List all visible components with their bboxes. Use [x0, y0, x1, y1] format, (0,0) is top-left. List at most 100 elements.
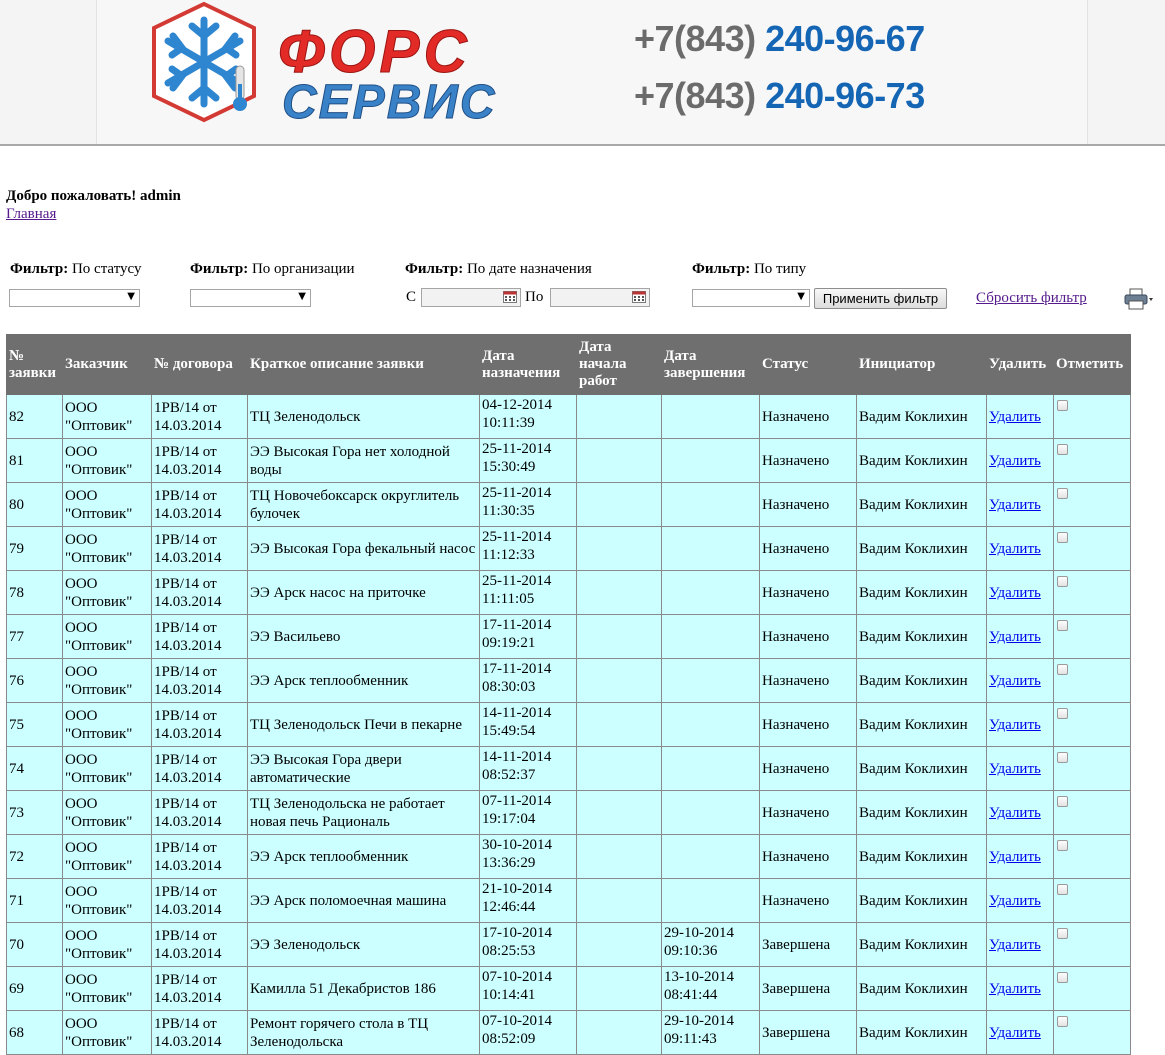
- end-date: [661, 834, 760, 879]
- mark-checkbox[interactable]: [1057, 1016, 1068, 1027]
- delete-link[interactable]: Удалить: [989, 717, 1041, 733]
- assigned-date: 25-11-2014 11:30:35: [479, 482, 577, 527]
- delete-link[interactable]: Удалить: [989, 805, 1041, 821]
- delete-cell: Удалить: [986, 966, 1054, 1011]
- logo-wordmark: ФОРС СЕРВИС: [278, 18, 497, 129]
- initiator: Вадим Коклихин: [856, 658, 987, 703]
- request-description: ЭЭ Высокая Гора двери автоматические: [247, 746, 480, 791]
- status-filter-label-text: По статусу: [68, 261, 142, 277]
- start-date: [576, 526, 662, 571]
- delete-link[interactable]: Удалить: [989, 497, 1041, 513]
- request-description: ЭЭ Высокая Гора фекальный насос: [247, 526, 480, 571]
- mark-checkbox[interactable]: [1057, 840, 1068, 851]
- customer: ООО "Оптовик": [62, 394, 152, 439]
- assigned-date-day: 21-10-2014: [482, 881, 552, 897]
- request-description: ЭЭ Арск теплообменник: [247, 658, 480, 703]
- mark-checkbox[interactable]: [1057, 708, 1068, 719]
- delete-link[interactable]: Удалить: [989, 761, 1041, 777]
- dropdown-arrow-icon: ▼: [298, 291, 306, 302]
- type-filter-select[interactable]: ▼: [692, 289, 810, 307]
- delete-link[interactable]: Удалить: [989, 1025, 1041, 1041]
- end-date-day: 29-10-2014: [664, 925, 734, 941]
- assigned-date-time: 10:11:39: [482, 415, 535, 431]
- status: Назначено: [759, 746, 857, 791]
- mark-checkbox[interactable]: [1057, 928, 1068, 939]
- table-row: 75 ООО "Оптовик" 1РВ/14 от 14.03.2014 ТЦ Зе…: [6, 702, 1131, 747]
- header-banner: ФОРС СЕРВИС +7(843) 240-96-67 +7(843) 24…: [0, 0, 1165, 146]
- svg-text:СЕРВИС: СЕРВИС: [282, 76, 497, 128]
- calendar-icon[interactable]: [503, 291, 517, 303]
- delete-cell: Удалить: [986, 526, 1054, 571]
- organization-filter-label-bold: Фильтр:: [190, 261, 249, 277]
- customer: ООО "Оптовик": [62, 570, 152, 615]
- assigned-date-day: 07-10-2014: [482, 969, 552, 985]
- delete-link[interactable]: Удалить: [989, 453, 1041, 469]
- contract-number: 1РВ/14 от 14.03.2014: [151, 746, 248, 791]
- assigned-date: 14-11-2014 08:52:37: [479, 746, 577, 791]
- delete-link[interactable]: Удалить: [989, 981, 1041, 997]
- mark-checkbox[interactable]: [1057, 488, 1068, 499]
- delete-link[interactable]: Удалить: [989, 409, 1041, 425]
- initiator: Вадим Коклихин: [856, 966, 987, 1011]
- reset-filter-link[interactable]: Сбросить фильтр: [976, 290, 1087, 307]
- end-date: [661, 438, 760, 483]
- mark-cell: [1053, 702, 1131, 747]
- phone-1-number: 240-96-67: [765, 18, 925, 59]
- date-filter-label: Фильтр: По дате назначения: [405, 261, 592, 278]
- end-date: 13-10-2014 08:41:44: [661, 966, 760, 1011]
- mark-checkbox[interactable]: [1057, 796, 1068, 807]
- mark-checkbox[interactable]: [1057, 972, 1068, 983]
- table-row: 68 ООО "Оптовик" 1РВ/14 от 14.03.2014 Ремон…: [6, 1010, 1131, 1055]
- mark-checkbox[interactable]: [1057, 664, 1068, 675]
- organization-filter-select[interactable]: ▼: [190, 289, 311, 307]
- printer-icon[interactable]: [1124, 288, 1154, 310]
- end-date: [661, 526, 760, 571]
- phone-number-1[interactable]: +7(843) 240-96-67: [634, 18, 925, 60]
- request-description: ЭЭ Арск поломоечная машина: [247, 878, 480, 923]
- date-from-input[interactable]: [421, 288, 521, 307]
- request-number: 72: [6, 834, 63, 879]
- home-link[interactable]: Главная: [6, 206, 56, 223]
- status: Назначено: [759, 614, 857, 659]
- mark-checkbox[interactable]: [1057, 444, 1068, 455]
- delete-cell: Удалить: [986, 438, 1054, 483]
- delete-link[interactable]: Удалить: [989, 585, 1041, 601]
- mark-cell: [1053, 746, 1131, 791]
- delete-link[interactable]: Удалить: [989, 541, 1041, 557]
- mark-cell: [1053, 526, 1131, 571]
- calendar-icon[interactable]: [632, 291, 646, 303]
- delete-link[interactable]: Удалить: [989, 673, 1041, 689]
- delete-link[interactable]: Удалить: [989, 629, 1041, 645]
- mark-checkbox[interactable]: [1057, 576, 1068, 587]
- start-date: [576, 790, 662, 835]
- initiator: Вадим Коклихин: [856, 922, 987, 967]
- status-filter-select[interactable]: ▼: [9, 289, 140, 307]
- assigned-date-time: 08:25:53: [482, 943, 536, 959]
- mark-checkbox[interactable]: [1057, 884, 1068, 895]
- start-date: [576, 438, 662, 483]
- mark-cell: [1053, 570, 1131, 615]
- apply-filter-button[interactable]: Применить фильтр: [814, 288, 947, 309]
- mark-checkbox[interactable]: [1057, 400, 1068, 411]
- mark-checkbox[interactable]: [1057, 620, 1068, 631]
- status: Назначено: [759, 482, 857, 527]
- mark-checkbox[interactable]: [1057, 752, 1068, 763]
- customer: ООО "Оптовик": [62, 922, 152, 967]
- status: Назначено: [759, 394, 857, 439]
- company-logo[interactable]: ФОРС СЕРВИС: [142, 0, 572, 128]
- date-to-input[interactable]: [550, 288, 650, 307]
- delete-link[interactable]: Удалить: [989, 849, 1041, 865]
- column-header: Краткое описание заявки: [247, 334, 480, 395]
- mark-checkbox[interactable]: [1057, 532, 1068, 543]
- initiator: Вадим Коклихин: [856, 438, 987, 483]
- end-date: [661, 570, 760, 615]
- end-date: [661, 614, 760, 659]
- assigned-date-day: 30-10-2014: [482, 837, 552, 853]
- delete-link[interactable]: Удалить: [989, 893, 1041, 909]
- table-row: 80 ООО "Оптовик" 1РВ/14 от 14.03.2014 ТЦ Но…: [6, 482, 1131, 527]
- assigned-date-day: 14-11-2014: [482, 749, 552, 765]
- phone-number-2[interactable]: +7(843) 240-96-73: [634, 75, 925, 117]
- status: Назначено: [759, 438, 857, 483]
- delete-link[interactable]: Удалить: [989, 937, 1041, 953]
- customer: ООО "Оптовик": [62, 438, 152, 483]
